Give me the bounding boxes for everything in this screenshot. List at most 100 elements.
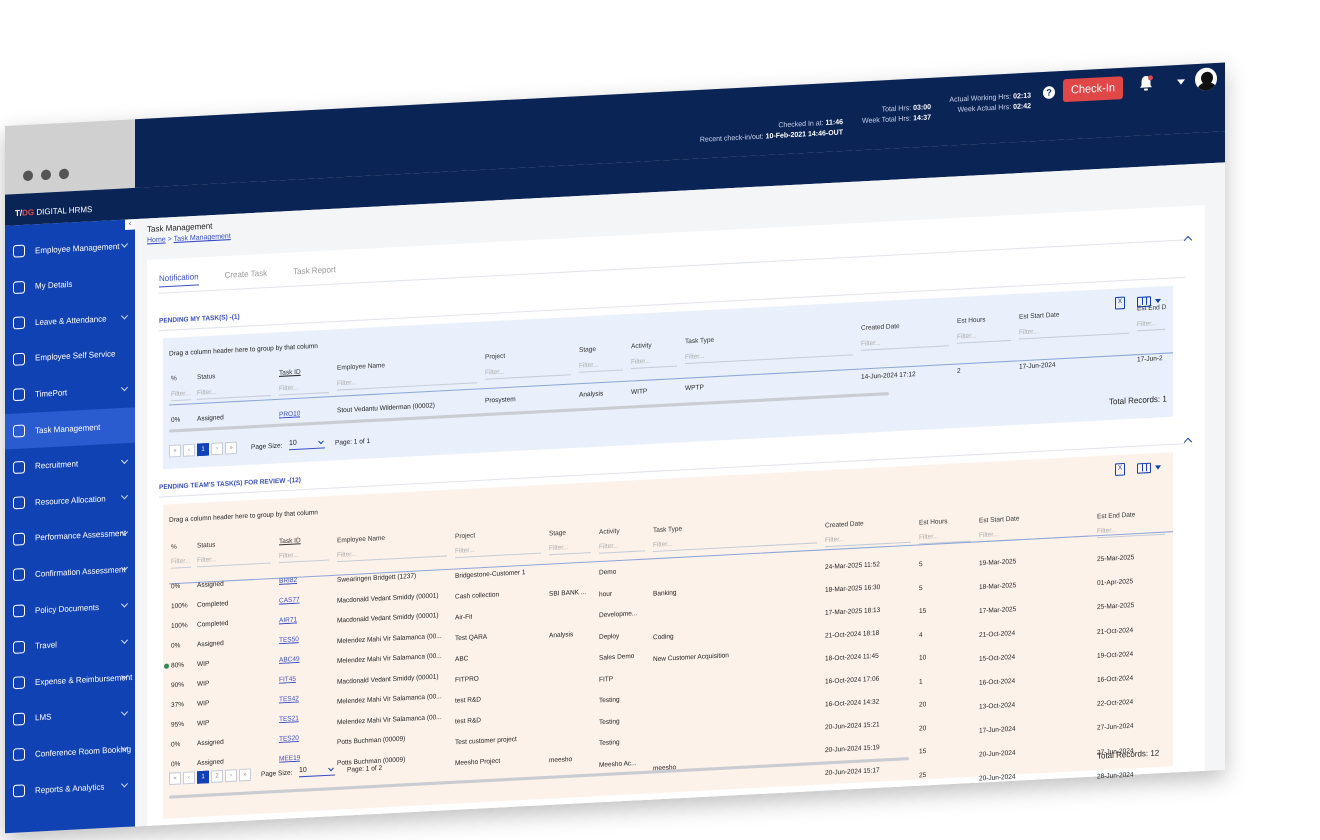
page-size-select[interactable]: 10: [299, 765, 335, 778]
column-filter-input[interactable]: Filter...: [485, 364, 571, 380]
excel-export-icon[interactable]: X: [1115, 462, 1125, 476]
horizontal-scrollbar[interactable]: [169, 757, 909, 799]
column-filter-input[interactable]: Filter...: [337, 546, 447, 563]
column-filter-input[interactable]: Filter...: [861, 335, 949, 351]
column-filter-input[interactable]: Filter...: [1137, 319, 1165, 332]
window-dot-icon[interactable]: [23, 170, 33, 182]
task-id-link[interactable]: TES42: [279, 695, 299, 703]
bell-icon[interactable]: [1139, 75, 1153, 92]
column-filter-input[interactable]: Filter...: [549, 542, 591, 556]
column-header[interactable]: Est Start Date: [1019, 311, 1059, 320]
sidebar-item-reports-analytics[interactable]: Reports & Analytics: [5, 767, 135, 809]
sidebar-item-lms[interactable]: LMS: [5, 695, 135, 737]
column-header[interactable]: Stage: [549, 529, 566, 537]
column-header[interactable]: Est Hours: [957, 316, 986, 325]
page-number-button[interactable]: 1: [197, 770, 209, 784]
sidebar-item-performance-assessment[interactable]: Performance Assessment: [5, 515, 135, 557]
column-header[interactable]: Status: [197, 541, 215, 549]
breadcrumb-home-link[interactable]: Home: [147, 236, 166, 244]
column-header[interactable]: Project: [485, 353, 505, 361]
sidebar-item-confirmation-assessment[interactable]: Confirmation Assessment: [5, 551, 135, 593]
sidebar-item-conference-room-booking[interactable]: Conference Room Booking: [5, 731, 135, 773]
column-header[interactable]: Task Type: [653, 526, 682, 535]
column-filter-input[interactable]: Filter...: [279, 550, 329, 564]
sidebar-item-employee-management[interactable]: Employee Management: [5, 227, 135, 269]
collapse-chevron-up-icon[interactable]: [1183, 235, 1193, 245]
column-header[interactable]: Est Hours: [919, 518, 948, 527]
brand-logo[interactable]: T/DG DIGITAL HRMS: [15, 205, 92, 218]
page-next-button[interactable]: ›: [211, 442, 223, 456]
page-first-button[interactable]: «: [169, 772, 181, 786]
page-last-button[interactable]: »: [225, 441, 237, 455]
tab-create-task[interactable]: Create Task: [225, 268, 268, 284]
sidebar-item-employee-self-service[interactable]: Employee Self Service: [5, 335, 135, 377]
column-filter-input[interactable]: Filter...: [685, 345, 853, 365]
column-header[interactable]: Stage: [579, 346, 596, 354]
column-header[interactable]: Est Start Date: [979, 515, 1019, 524]
task-id-link[interactable]: TES20: [279, 735, 299, 743]
column-filter-input[interactable]: Filter...: [197, 553, 271, 568]
task-id-link[interactable]: FIT45: [279, 676, 296, 684]
sidebar-item-task-management[interactable]: Task Management: [5, 407, 135, 450]
excel-export-icon[interactable]: X: [1115, 296, 1125, 310]
column-filter-input[interactable]: Filter...: [455, 543, 541, 559]
column-filter-input[interactable]: Filter...: [197, 385, 271, 400]
user-menu-caret-icon[interactable]: [1177, 79, 1185, 85]
task-id-link[interactable]: TES50: [279, 636, 299, 644]
sidebar-item-travel[interactable]: Travel: [5, 623, 135, 665]
column-header[interactable]: Activity: [631, 342, 652, 350]
column-filter-input[interactable]: Filter...: [653, 533, 817, 552]
column-header[interactable]: Est End D: [1137, 304, 1166, 313]
column-filter-input[interactable]: Filter...: [599, 540, 645, 554]
sidebar-collapse-button[interactable]: ‹: [125, 219, 135, 230]
column-header[interactable]: Created Date: [825, 520, 864, 529]
task-id-link[interactable]: ABC49: [279, 656, 300, 664]
column-filter-input[interactable]: Filter...: [631, 356, 677, 370]
sidebar-item-recruitment[interactable]: Recruitment: [5, 443, 135, 485]
task-id-link[interactable]: CAS77: [279, 596, 300, 604]
page-prev-button[interactable]: ‹: [183, 443, 195, 457]
help-icon[interactable]: ?: [1043, 85, 1055, 100]
column-filter-input[interactable]: Filter...: [337, 372, 477, 391]
check-in-button[interactable]: Check-In: [1063, 76, 1123, 103]
task-id-link[interactable]: PRO10: [279, 410, 300, 418]
avatar[interactable]: [1193, 64, 1219, 94]
page-prev-button[interactable]: ‹: [183, 771, 195, 785]
column-filter-input[interactable]: Filter...: [957, 330, 1011, 344]
column-header[interactable]: %: [171, 375, 177, 383]
column-chooser-icon[interactable]: [1137, 462, 1151, 474]
column-filter-input[interactable]: Filter...: [1019, 323, 1129, 340]
column-header[interactable]: Status: [197, 373, 215, 381]
column-header[interactable]: Task Type: [685, 337, 714, 346]
column-filter-input[interactable]: Filter...: [171, 557, 191, 569]
column-chooser-caret-icon[interactable]: [1155, 298, 1161, 304]
sidebar-item-timeport[interactable]: TimePort: [5, 371, 135, 413]
column-header[interactable]: Project: [455, 532, 475, 540]
column-header[interactable]: Task ID: [279, 537, 301, 545]
page-last-button[interactable]: »: [239, 768, 251, 782]
column-chooser-caret-icon[interactable]: [1155, 465, 1161, 470]
column-header[interactable]: Activity: [599, 528, 620, 536]
page-number-button[interactable]: 1: [197, 442, 209, 457]
task-id-link[interactable]: MEE19: [279, 754, 300, 762]
column-header[interactable]: %: [171, 543, 177, 551]
column-header[interactable]: Created Date: [861, 323, 900, 332]
sidebar-item-policy-documents[interactable]: Policy Documents: [5, 587, 135, 629]
task-id-link[interactable]: BRI82: [279, 577, 297, 585]
column-header[interactable]: Employee Name: [337, 362, 385, 372]
task-id-link[interactable]: TES21: [279, 715, 299, 723]
sidebar-item-my-details[interactable]: My Details: [5, 263, 135, 305]
tab-task-report[interactable]: Task Report: [293, 265, 336, 281]
sidebar-item-resource-allocation[interactable]: Resource Allocation: [5, 479, 135, 521]
window-dot-icon[interactable]: [41, 169, 51, 181]
breadcrumb-current-link[interactable]: Task Management: [174, 233, 231, 243]
sidebar-item-expense-reimbursement[interactable]: Expense & Reimbursement: [5, 659, 135, 701]
column-header[interactable]: Task ID: [279, 369, 301, 377]
column-header[interactable]: Employee Name: [337, 535, 385, 545]
collapse-chevron-up-icon[interactable]: [1183, 437, 1193, 447]
column-filter-input[interactable]: Filter...: [279, 382, 329, 396]
column-filter-input[interactable]: Filter...: [171, 389, 191, 402]
window-dot-icon[interactable]: [59, 168, 69, 180]
column-header[interactable]: Est End Date: [1097, 511, 1135, 520]
tab-notification[interactable]: Notification: [159, 271, 199, 288]
